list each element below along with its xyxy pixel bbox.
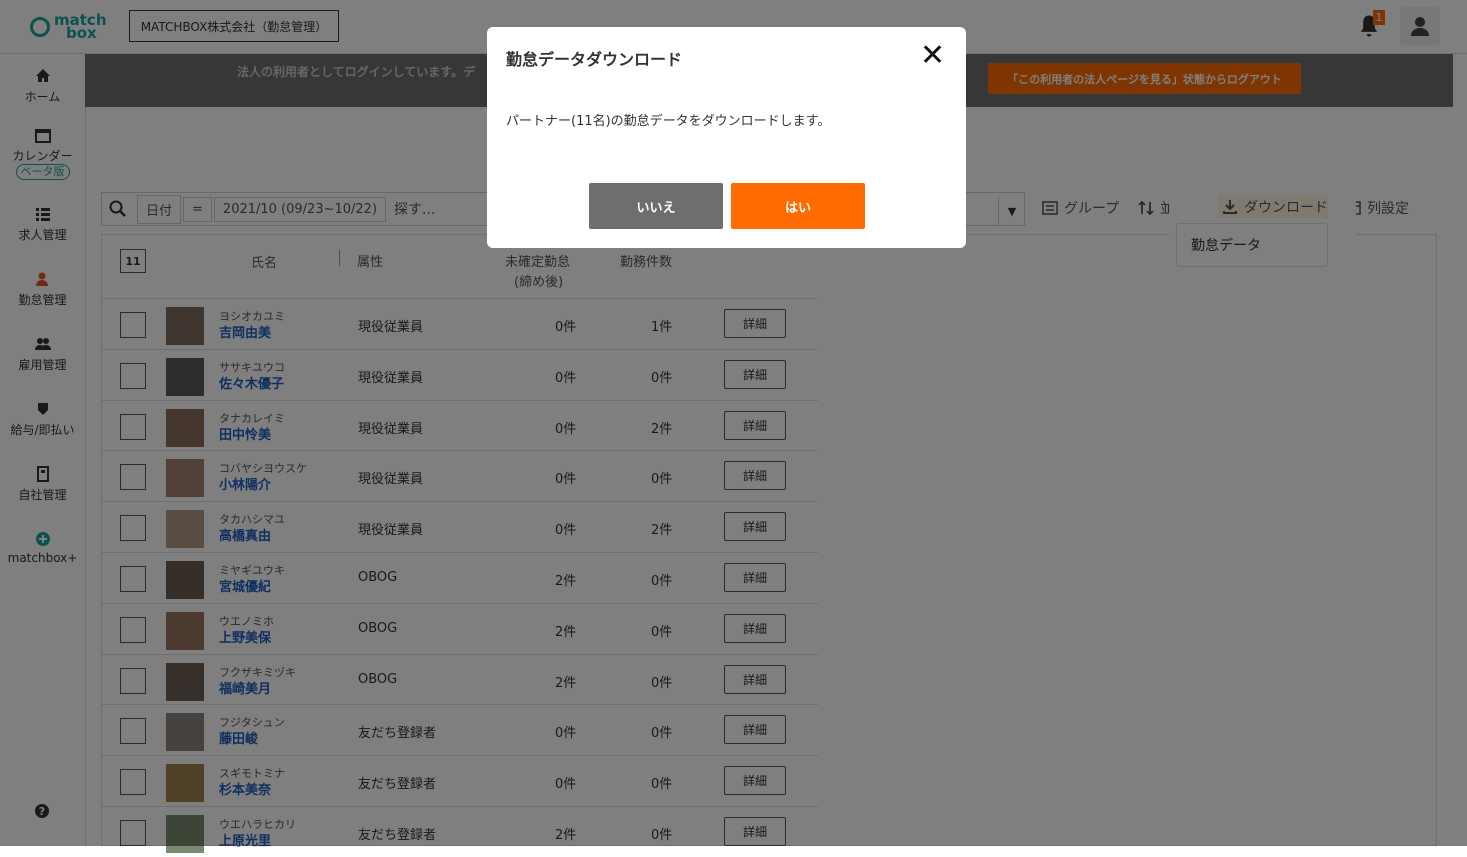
- yes-button[interactable]: はい: [731, 183, 865, 229]
- download-dialog: 勤怠データダウンロード ✕ パートナー(11名)の勤怠データをダウンロードします…: [487, 27, 966, 248]
- close-icon[interactable]: ✕: [920, 41, 945, 71]
- no-button[interactable]: いいえ: [589, 183, 723, 229]
- dialog-message: パートナー(11名)の勤怠データをダウンロードします。: [506, 114, 831, 129]
- dialog-title: 勤怠データダウンロード: [506, 50, 683, 69]
